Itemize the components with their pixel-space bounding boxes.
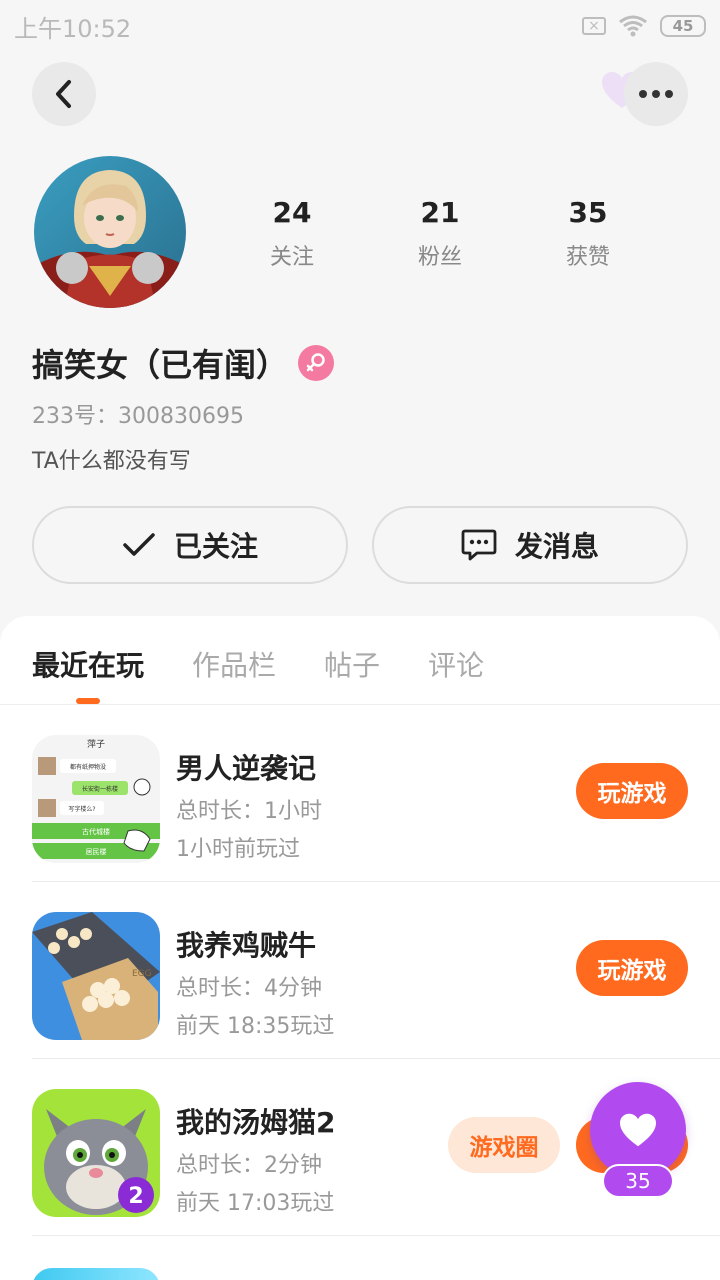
game-icon-2: EGG [32,912,160,1040]
game-icon-3-label: 2 [128,1184,143,1209]
status-icons: × 45 [582,15,706,37]
heart-icon [620,1113,656,1147]
tab-posts[interactable]: 帖子 [324,644,380,684]
game-icon-2-label: EGG [132,969,152,979]
game-icon-1-bubble3: 写字楼么? [68,805,95,813]
game-icon-1-option1: 古代城楼 [82,827,110,836]
avatar[interactable] [34,156,186,308]
chevron-left-icon [56,80,71,108]
no-sim-icon: × [582,17,606,35]
followed-button[interactable]: 已关注 [32,506,348,584]
name-row: 搞笑女（已有闺） [32,340,335,386]
item-divider [32,1235,720,1236]
profile-name: 搞笑女（已有闺） [32,346,289,384]
user-id: 233号：300830695 [32,404,244,429]
play-game-button[interactable]: 玩游戏 [576,940,688,996]
tab-bar: 最近在玩 作品栏 帖子 评论 [32,644,484,684]
stat-followers-count: 21 [420,196,460,229]
back-button[interactable] [32,62,96,126]
stat-likes[interactable]: 35 获赞 [528,196,648,271]
game-icon-1-bubble2: 长安街一栋楼 [82,785,118,793]
game-icon-1-header: 萍子 [87,739,105,750]
stat-likes-count: 35 [568,196,608,229]
game-last-played: 前天 18:35玩过 [176,1014,335,1039]
game-last-played: 前天 17:03玩过 [176,1191,335,1216]
like-count-badge: 35 [602,1164,674,1198]
followed-label: 已关注 [173,530,258,563]
game-duration: 总时长：2分钟 [176,1153,322,1178]
wifi-icon [619,15,647,37]
game-icon-1-option2: 居民楼 [86,847,107,856]
message-button[interactable]: 发消息 [372,506,688,584]
more-dots-icon [639,90,673,98]
game-title: 我养鸡贼牛 [176,929,317,962]
game-title: 男人逆袭记 [176,752,317,785]
game-item-2[interactable]: EGG 我养鸡贼牛 总时长：4分钟 前天 18:35玩过 玩游戏 [0,882,720,1059]
play-game-button[interactable]: 玩游戏 [576,763,688,819]
stat-followers-label: 粉丝 [417,245,462,270]
game-icon-1-bubble1: 都有纸押物没 [70,763,106,771]
tab-recent-played[interactable]: 最近在玩 [32,644,144,684]
game-title: 我的汤姆猫2 [176,1106,336,1139]
status-time: 上午10:52 [14,14,132,43]
stat-following-count: 24 [272,196,312,229]
female-gender-icon [298,345,335,381]
game-icon-4-partial [32,1268,160,1280]
game-last-played: 1小时前玩过 [176,837,300,862]
tab-comments[interactable]: 评论 [428,644,484,684]
game-circle-button[interactable]: 游戏圈 [448,1117,560,1173]
chat-bubble-icon [461,529,497,561]
game-duration: 总时长：1小时 [176,799,322,824]
battery-icon: 45 [660,15,706,37]
tab-works[interactable]: 作品栏 [192,644,276,684]
stat-followers[interactable]: 21 粉丝 [380,196,500,271]
stat-likes-label: 获赞 [565,245,610,270]
game-icon-1: 萍子 都有纸押物没 长安街一栋楼 写字楼么? 古代城楼 居民楼 [32,735,160,863]
user-bio: TA什么都没有写 [32,449,191,474]
stat-following[interactable]: 24 关注 [232,196,352,271]
status-bar: 上午10:52 × 45 [0,0,720,52]
game-duration: 总时长：4分钟 [176,976,322,1001]
more-button[interactable] [624,62,688,126]
check-icon [123,533,155,556]
game-icon-3: 2 [32,1089,160,1217]
message-label: 发消息 [514,530,599,563]
stat-following-label: 关注 [269,245,314,270]
avatar-image [34,156,186,308]
game-item-1[interactable]: 萍子 都有纸押物没 长安街一栋楼 写字楼么? 古代城楼 居民楼 男人逆袭记 总时… [0,705,720,882]
